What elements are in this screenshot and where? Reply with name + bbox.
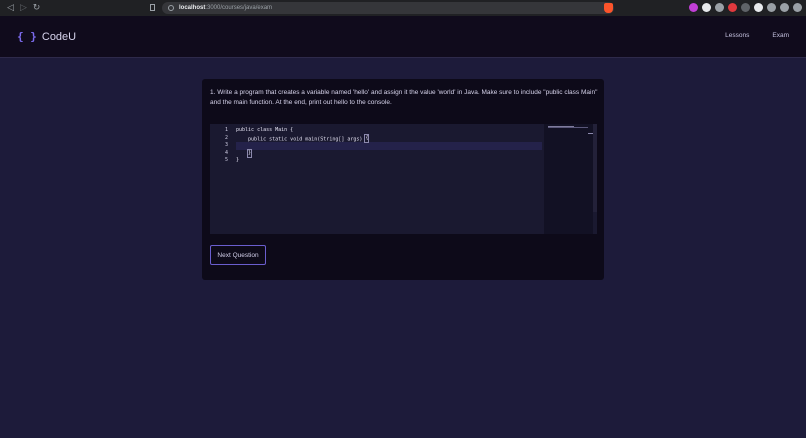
- minimap-line: [548, 127, 588, 128]
- address-bar[interactable]: localhost:3000/courses/java/exam: [162, 2, 614, 14]
- line-number: 1: [224, 127, 228, 133]
- next-question-button[interactable]: Next Question: [210, 245, 266, 265]
- back-icon[interactable]: ◁: [4, 1, 17, 14]
- code-line-text: }: [236, 157, 240, 163]
- matched-brace: {: [364, 133, 370, 143]
- extension-icon[interactable]: [754, 3, 763, 12]
- logo[interactable]: { } CodeU: [17, 30, 76, 43]
- url-text: localhost:3000/courses/java/exam: [179, 5, 273, 11]
- nav-exam[interactable]: Exam: [772, 32, 789, 39]
- code-line[interactable]: }: [236, 148, 542, 158]
- code-line-text: public static void main(String[] args): [236, 135, 366, 142]
- code-line[interactable]: }: [236, 157, 542, 165]
- brave-shield-icon[interactable]: [604, 3, 613, 13]
- reload-icon[interactable]: ↻: [30, 1, 43, 14]
- extension-icon[interactable]: [728, 3, 737, 12]
- extension-icon[interactable]: [793, 3, 802, 12]
- question-text: 1. Write a program that creates a variab…: [210, 89, 598, 106]
- site-header: { } CodeU Lessons Exam: [0, 16, 806, 58]
- extension-icon[interactable]: [767, 3, 776, 12]
- bookmark-icon[interactable]: [150, 4, 155, 11]
- code-editor[interactable]: 1 2 3 4 5 public class Main { public sta…: [210, 124, 597, 234]
- editor-scrollbar[interactable]: [593, 124, 597, 212]
- code-line[interactable]: public static void main(String[] args) {: [236, 133, 542, 143]
- code-area[interactable]: public class Main { public static void m…: [236, 127, 542, 165]
- main-nav: Lessons Exam: [725, 32, 789, 39]
- browser-toolbar: ◁ ▷ ↻ localhost:3000/courses/java/exam: [0, 0, 806, 16]
- code-line-active[interactable]: [236, 142, 542, 150]
- line-number: 3: [224, 142, 228, 148]
- nav-lessons[interactable]: Lessons: [725, 32, 749, 39]
- extension-icon[interactable]: [741, 3, 750, 12]
- code-line[interactable]: public class Main {: [236, 127, 542, 135]
- extension-icon[interactable]: [689, 3, 698, 12]
- extension-icon[interactable]: [702, 3, 711, 12]
- exam-card: 1. Write a program that creates a variab…: [202, 79, 604, 280]
- brand-name: CodeU: [41, 30, 77, 43]
- line-numbers: 1 2 3 4 5: [210, 127, 228, 165]
- site-info-icon[interactable]: [168, 5, 174, 11]
- code-braces-icon: { }: [17, 30, 37, 43]
- extensions-toolbar: [689, 3, 802, 12]
- line-number: 5: [224, 157, 228, 163]
- matched-brace: }: [247, 148, 253, 158]
- code-line-text: public class Main {: [236, 127, 294, 133]
- line-number: 4: [224, 149, 228, 156]
- extension-icon[interactable]: [780, 3, 789, 12]
- extension-icon[interactable]: [715, 3, 724, 12]
- line-number: 2: [224, 134, 228, 141]
- forward-icon[interactable]: ▷: [17, 1, 30, 14]
- editor-minimap[interactable]: [544, 124, 593, 234]
